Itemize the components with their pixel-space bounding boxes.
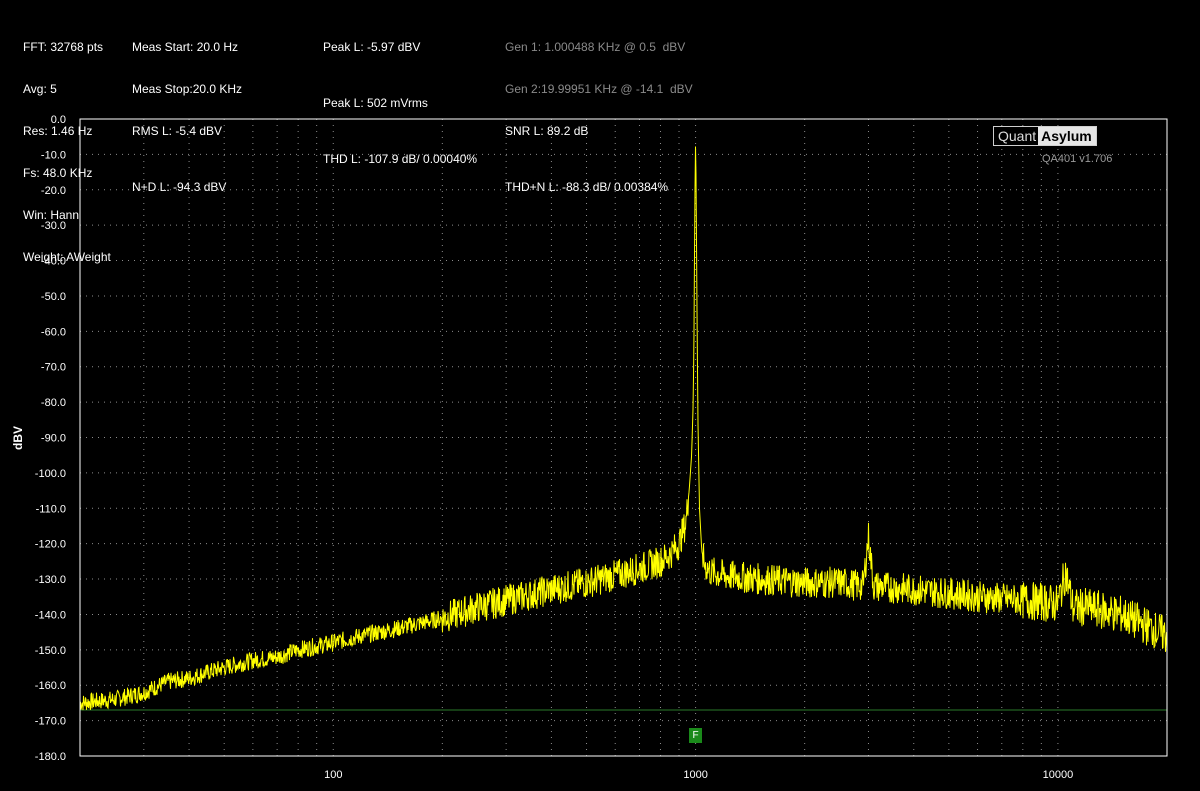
plot-frame: [79, 118, 1168, 757]
y-tick-label: -110.0: [36, 503, 66, 515]
y-tick-label: -150.0: [35, 645, 66, 657]
quantasylum-logo: Quant Asylum: [993, 126, 1097, 146]
y-tick-label: -50.0: [41, 291, 66, 303]
y-tick-label: -30.0: [41, 220, 66, 232]
spectrum-chart[interactable]: 0.0 -10.0 -20.0 -30.0 -40.0 -50.0 -60.0 -70.0 -8…: [0, 0, 1200, 791]
x-tick-label: 100: [324, 769, 342, 781]
y-tick-label: -40.0: [41, 256, 66, 268]
x-tick-label: 10000: [1043, 769, 1074, 781]
y-tick-label: -100.0: [35, 468, 66, 480]
y-tick-label: -60.0: [41, 326, 66, 338]
y-tick-label: -90.0: [41, 433, 66, 445]
x-tick-label: 1000: [683, 769, 707, 781]
y-tick-label: -10.0: [41, 149, 66, 161]
y-tick-label: 0.0: [51, 114, 66, 126]
x-axis-ticks: 100 1000 10000: [324, 769, 1073, 781]
y-tick-label: -170.0: [35, 716, 66, 728]
y-tick-label: -130.0: [35, 574, 66, 586]
y-tick-label: -180.0: [35, 751, 66, 763]
y-axis-label: dBV: [11, 426, 25, 450]
y-tick-label: -160.0: [35, 680, 66, 692]
fundamental-marker[interactable]: F: [689, 728, 702, 743]
grid-lines: [80, 119, 1167, 756]
y-tick-label: -120.0: [35, 539, 66, 551]
y-tick-label: -20.0: [41, 185, 66, 197]
y-tick-label: -80.0: [41, 397, 66, 409]
y-tick-label: -70.0: [41, 362, 66, 374]
spectrum-trace: [79, 146, 1168, 711]
version-label: QA401 v1.706: [1042, 153, 1113, 165]
y-tick-label: -140.0: [35, 609, 66, 621]
y-axis-ticks: 0.0 -10.0 -20.0 -30.0 -40.0 -50.0 -60.0 -70.0 -8…: [35, 114, 66, 763]
